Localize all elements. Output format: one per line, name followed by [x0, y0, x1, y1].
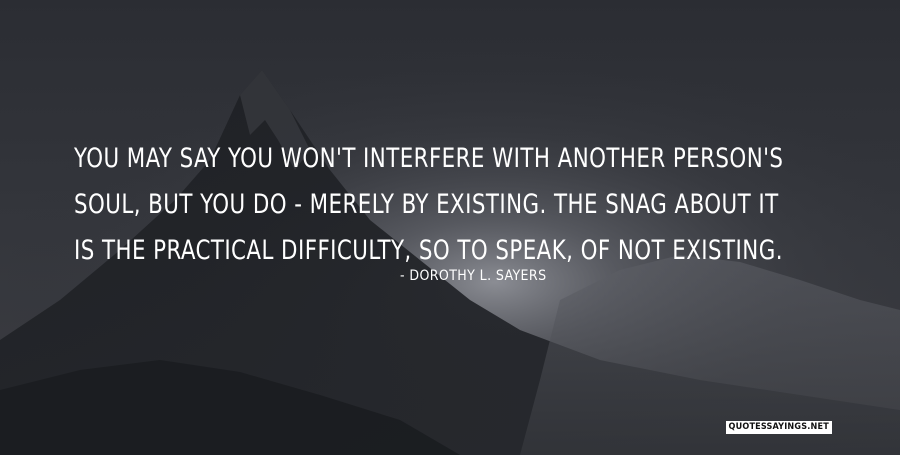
- quote-author: - Dorothy L. Sayers: [400, 268, 547, 284]
- watermark-logo: QUOTESSAYINGS.NET: [725, 421, 832, 434]
- quote-image: You may say you won't interfere with ano…: [0, 0, 900, 455]
- quote-line: You may say you won't interfere with ano…: [74, 143, 784, 174]
- quote-text: You may say you won't interfere with ano…: [74, 136, 784, 274]
- quote-line: soul, but you do - merely by existing. T…: [74, 189, 779, 220]
